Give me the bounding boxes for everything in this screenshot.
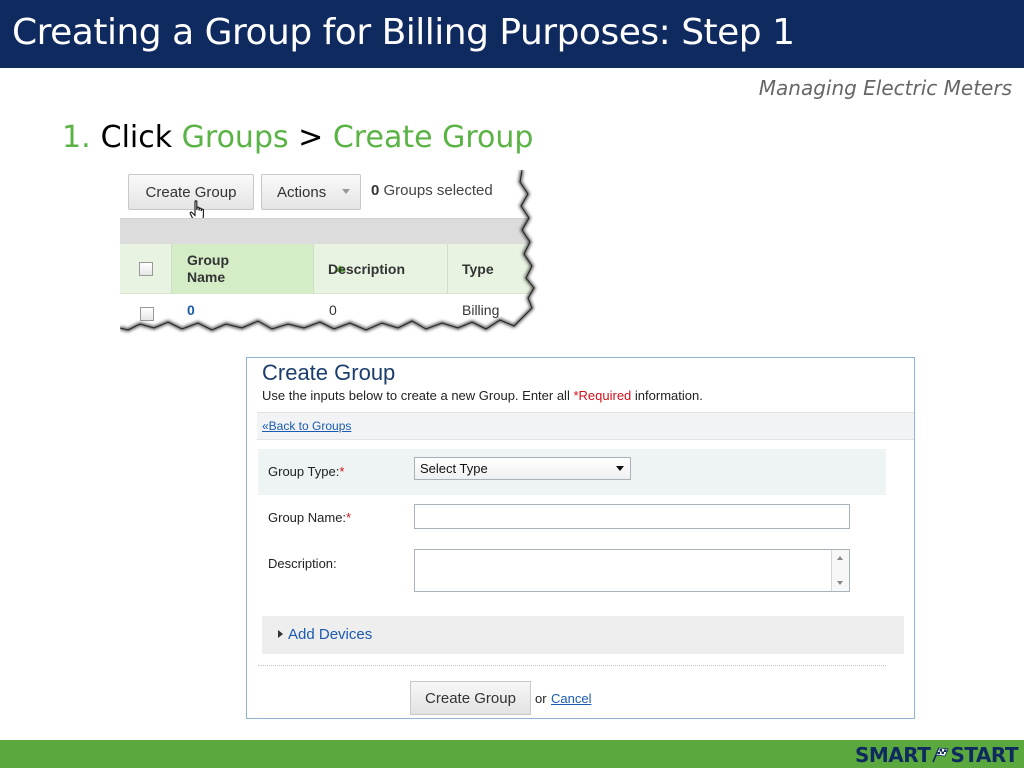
description-textarea[interactable] (414, 549, 850, 592)
scroll-up-icon[interactable] (837, 556, 843, 560)
group-type-select-value: Select Type (420, 461, 488, 476)
step-groups-link: Groups (181, 120, 289, 155)
group-type-label: Group Type:* (268, 464, 344, 479)
group-type-label-text: Group Type: (268, 464, 340, 479)
slide-subtitle: Managing Electric Meters (758, 76, 1012, 100)
form-description-required: *Required (573, 388, 632, 403)
description-label: Description: (268, 556, 337, 571)
group-name-label: Group Name:* (268, 510, 351, 525)
back-to-groups-link[interactable]: «Back to Groups (262, 419, 351, 433)
expand-triangle-icon (278, 630, 283, 638)
step-separator: > (298, 120, 324, 155)
form-description: Use the inputs below to create a new Gro… (262, 388, 703, 403)
required-asterisk: * (339, 464, 345, 479)
instruction-step: 1. Click Groups > Create Group (62, 120, 533, 155)
step-number: 1. (62, 120, 91, 155)
textarea-scrollbar[interactable] (831, 550, 849, 591)
back-bar: «Back to Groups (257, 412, 914, 440)
create-group-submit-label: Create Group (425, 689, 516, 707)
smartstart-logo: SMART START (855, 743, 1019, 767)
group-name-label-text: Group Name: (268, 510, 347, 525)
step-create-group-link: Create Group (332, 120, 534, 155)
torn-edge-frame (120, 170, 540, 338)
cancel-link[interactable]: Cancel (551, 691, 591, 706)
or-text: or (535, 691, 547, 706)
group-name-input[interactable] (414, 504, 850, 529)
group-type-select[interactable]: Select Type (414, 457, 631, 480)
scroll-down-icon[interactable] (837, 581, 843, 585)
groups-table-snippet: Create Group Actions 0 Groups selected G… (120, 170, 540, 338)
chevron-down-icon (616, 466, 624, 471)
form-divider (258, 665, 886, 666)
form-description-suffix: information. (634, 388, 703, 403)
checkered-flag-icon (932, 747, 950, 763)
required-asterisk: * (346, 510, 352, 525)
slide-title: Creating a Group for Billing Purposes: S… (12, 12, 795, 53)
form-description-prefix: Use the inputs below to create a new Gro… (262, 388, 570, 403)
step-prefix: Click (100, 120, 173, 155)
add-devices-label[interactable]: Add Devices (288, 626, 372, 643)
slide-title-bar: Creating a Group for Billing Purposes: S… (0, 0, 1024, 68)
form-title: Create Group (262, 360, 396, 385)
create-group-form: Create Group Use the inputs below to cre… (246, 357, 915, 719)
logo-text-start: START (950, 743, 1019, 767)
add-devices-section[interactable]: Add Devices (262, 616, 904, 654)
logo-text-smart: SMART (855, 743, 931, 767)
create-group-submit-button[interactable]: Create Group (410, 681, 531, 715)
